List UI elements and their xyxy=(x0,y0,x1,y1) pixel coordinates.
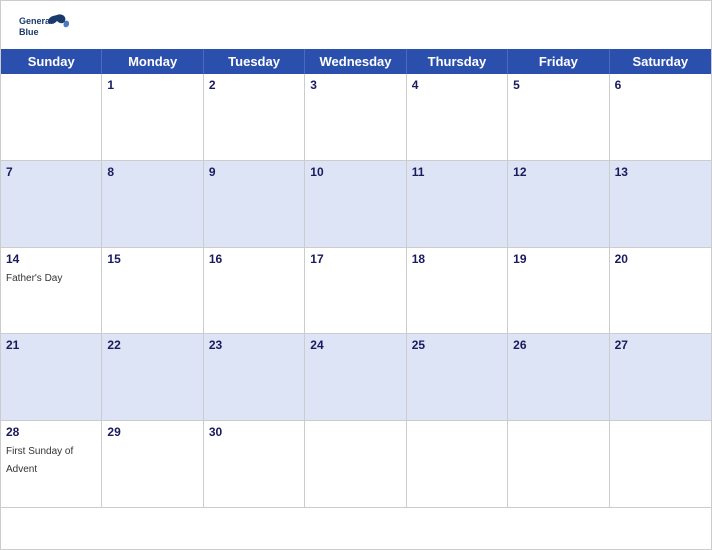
day-headers-row: Sunday Monday Tuesday Wednesday Thursday… xyxy=(1,49,711,74)
table-row: 15 xyxy=(102,248,203,335)
header-wednesday: Wednesday xyxy=(305,49,406,74)
table-row xyxy=(610,421,711,508)
date-number: 23 xyxy=(209,338,299,352)
table-row: 5 xyxy=(508,74,609,161)
table-row: 17 xyxy=(305,248,406,335)
date-number: 16 xyxy=(209,252,299,266)
table-row: 14 Father's Day xyxy=(1,248,102,335)
logo-icon: General Blue xyxy=(19,11,69,43)
table-row: 26 xyxy=(508,334,609,421)
date-number: 13 xyxy=(615,165,706,179)
date-number: 24 xyxy=(310,338,400,352)
date-number: 7 xyxy=(6,165,96,179)
table-row: 24 xyxy=(305,334,406,421)
date-number: 4 xyxy=(412,78,502,92)
header-sunday: Sunday xyxy=(1,49,102,74)
calendar-container: General Blue Sunday Monday Tuesday Wedne… xyxy=(0,0,712,550)
table-row: 10 xyxy=(305,161,406,248)
table-row: 11 xyxy=(407,161,508,248)
date-number: 22 xyxy=(107,338,197,352)
header-thursday: Thursday xyxy=(407,49,508,74)
table-row: 13 xyxy=(610,161,711,248)
date-number: 18 xyxy=(412,252,502,266)
table-row: 28 First Sunday of Advent xyxy=(1,421,102,508)
calendar-grid: 1234567891011121314Father's Day151617181… xyxy=(1,74,711,508)
date-number: 19 xyxy=(513,252,603,266)
date-number: 5 xyxy=(513,78,603,92)
date-number: 28 xyxy=(6,425,96,439)
date-number: 6 xyxy=(615,78,706,92)
date-number: 11 xyxy=(412,165,502,179)
holiday-label: Father's Day xyxy=(6,273,62,284)
table-row: 16 xyxy=(204,248,305,335)
table-row: 20 xyxy=(610,248,711,335)
date-number: 10 xyxy=(310,165,400,179)
table-row: 22 xyxy=(102,334,203,421)
table-row xyxy=(1,74,102,161)
table-row xyxy=(508,421,609,508)
table-row: 30 xyxy=(204,421,305,508)
header-saturday: Saturday xyxy=(610,49,711,74)
table-row: 9 xyxy=(204,161,305,248)
svg-text:General: General xyxy=(19,16,53,26)
date-number: 30 xyxy=(209,425,299,439)
table-row: 1 xyxy=(102,74,203,161)
date-number: 1 xyxy=(107,78,197,92)
table-row: 19 xyxy=(508,248,609,335)
date-number: 29 xyxy=(107,425,197,439)
table-row: 6 xyxy=(610,74,711,161)
date-number: 21 xyxy=(6,338,96,352)
table-row xyxy=(305,421,406,508)
table-row: 23 xyxy=(204,334,305,421)
header-friday: Friday xyxy=(508,49,609,74)
date-number: 14 xyxy=(6,252,96,266)
date-number: 15 xyxy=(107,252,197,266)
table-row: 7 xyxy=(1,161,102,248)
header-monday: Monday xyxy=(102,49,203,74)
table-row: 8 xyxy=(102,161,203,248)
date-number: 3 xyxy=(310,78,400,92)
logo: General Blue xyxy=(19,11,69,43)
table-row: 2 xyxy=(204,74,305,161)
holiday-label: First Sunday of Advent xyxy=(6,446,73,475)
calendar-header: General Blue xyxy=(1,1,711,49)
date-number: 17 xyxy=(310,252,400,266)
table-row: 29 xyxy=(102,421,203,508)
date-number: 9 xyxy=(209,165,299,179)
header-tuesday: Tuesday xyxy=(204,49,305,74)
table-row: 25 xyxy=(407,334,508,421)
table-row: 27 xyxy=(610,334,711,421)
table-row xyxy=(407,421,508,508)
table-row: 21 xyxy=(1,334,102,421)
table-row: 12 xyxy=(508,161,609,248)
date-number: 25 xyxy=(412,338,502,352)
date-number: 20 xyxy=(615,252,706,266)
svg-text:Blue: Blue xyxy=(19,27,39,37)
table-row: 3 xyxy=(305,74,406,161)
date-number: 12 xyxy=(513,165,603,179)
date-number: 27 xyxy=(615,338,706,352)
table-row: 18 xyxy=(407,248,508,335)
date-number: 8 xyxy=(107,165,197,179)
table-row: 4 xyxy=(407,74,508,161)
date-number: 26 xyxy=(513,338,603,352)
date-number: 2 xyxy=(209,78,299,92)
